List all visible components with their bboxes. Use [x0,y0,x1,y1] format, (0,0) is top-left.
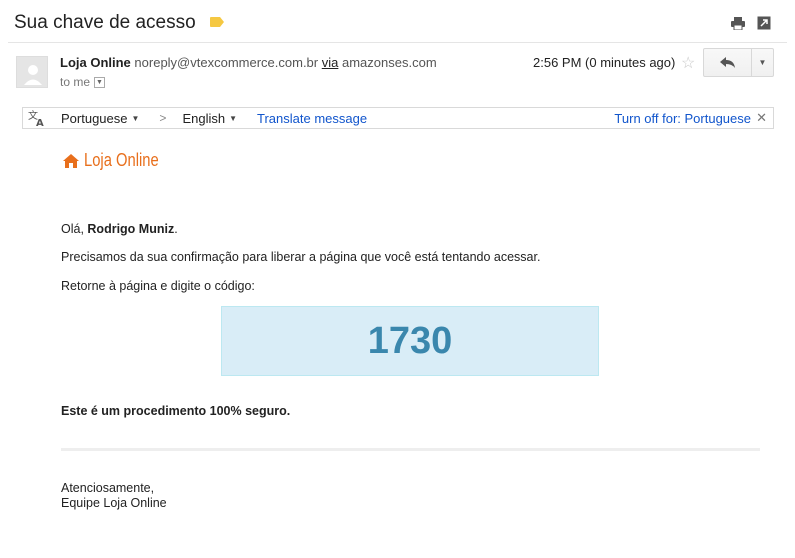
reply-icon [719,56,735,68]
turn-off-translation-link[interactable]: Turn off for: Portuguese [614,111,751,126]
safety-note: Este é um procedimento 100% seguro. [61,404,291,418]
translate-message-link[interactable]: Translate message [257,111,367,126]
target-language-select[interactable]: English ▼ [182,111,237,126]
details-dropdown[interactable]: ▼ [94,76,106,88]
brand-name: Loja Online [84,150,159,170]
access-code-box: 1730 [221,306,599,376]
access-code: 1730 [367,319,453,362]
header-divider [8,42,787,43]
body-paragraph-2: Retorne à página e digite o código: [61,279,255,293]
chevron-down-icon: ▼ [758,58,767,67]
body-divider [61,448,760,451]
signoff-line-2: Equipe Loja Online [61,496,167,510]
greeting: Olá, Rodrigo Muniz. [61,222,178,236]
close-icon[interactable]: ✕ [756,110,767,126]
sender-name[interactable]: Loja Online [60,55,131,70]
print-icon[interactable] [731,16,745,31]
chevron-right-icon: > [159,111,167,125]
via-domain: amazonses.com [342,55,437,70]
timestamp: 2:56 PM (0 minutes ago) [533,55,676,70]
greeting-suffix: . [174,222,178,236]
sender-line: Loja Online noreply@vtexcommerce.com.br … [60,55,437,70]
header-actions [731,16,771,31]
more-actions-button[interactable]: ▼ [752,49,773,76]
recipient-name: Rodrigo Muniz [87,222,175,236]
svg-text:A: A [36,118,44,127]
caret-down-icon: ▼ [229,113,237,123]
source-language-label: Portuguese [61,110,128,126]
email-subject: Sua chave de acesso [14,12,196,33]
greeting-prefix: Olá, [61,222,88,236]
star-icon[interactable]: ☆ [681,53,695,73]
signoff-line-1: Atenciosamente, [61,481,155,495]
home-icon [63,153,79,168]
label-tag-icon[interactable] [210,17,224,27]
sender-email: noreply@vtexcommerce.com.br [134,55,319,70]
recipient-line: to me ▼ [60,75,106,89]
target-language-label: English [182,110,226,126]
to-label: to me [60,75,91,89]
via-link[interactable]: via [322,55,339,70]
translate-bar: 文 A Portuguese ▼ > English ▼ Translate m… [22,107,774,129]
brand-logo: Loja Online [62,150,175,171]
translate-icon: 文 A [25,108,49,128]
caret-down-icon: ▼ [131,113,140,123]
new-window-icon[interactable] [757,16,771,30]
reply-button[interactable] [704,49,752,76]
avatar[interactable] [16,56,48,88]
body-paragraph-1: Precisamos da sua confirmação para liber… [61,250,541,264]
source-language-select[interactable]: Portuguese ▼ [61,111,139,126]
reply-button-group: ▼ [703,48,774,77]
